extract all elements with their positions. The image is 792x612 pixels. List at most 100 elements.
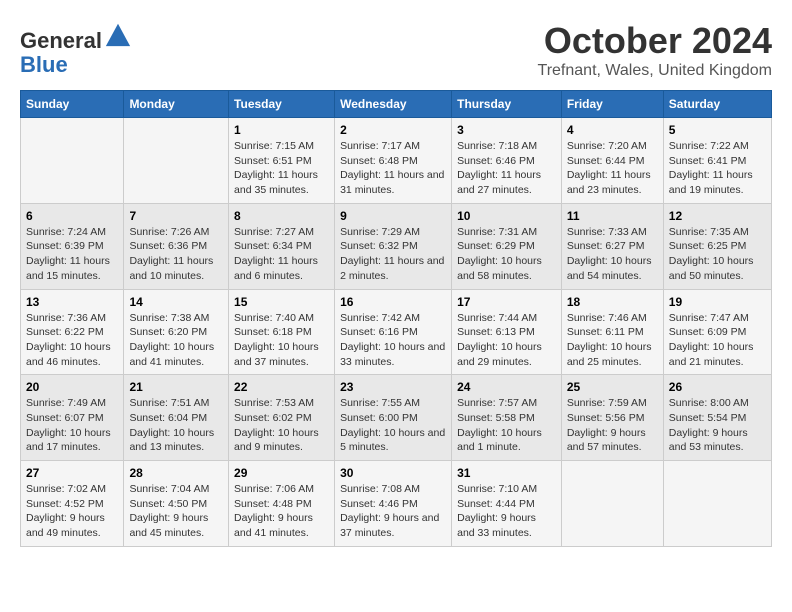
day-info: Sunrise: 7:38 AMSunset: 6:20 PMDaylight:… [129, 311, 223, 370]
calendar-day-cell: 20 Sunrise: 7:49 AMSunset: 6:07 PMDayligh… [21, 375, 124, 461]
calendar-day-cell: 21 Sunrise: 7:51 AMSunset: 6:04 PMDayligh… [124, 375, 229, 461]
calendar-day-cell: 16Sunrise: 7:42 AMSunset: 6:16 PMDayligh… [335, 289, 452, 375]
day-number: 9 [340, 209, 446, 223]
day-info: Sunrise: 7:17 AMSunset: 6:48 PMDaylight:… [340, 139, 446, 198]
calendar-day-cell: 1 Sunrise: 7:15 AMSunset: 6:51 PMDaylight… [229, 118, 335, 204]
day-info: Sunrise: 7:36 AMSunset: 6:22 PMDaylight:… [26, 311, 118, 370]
day-of-week-header: Wednesday [335, 91, 452, 118]
calendar-day-cell: 27Sunrise: 7:02 AMSunset: 4:52 PMDayligh… [21, 461, 124, 547]
day-info: Sunrise: 7:44 AMSunset: 6:13 PMDaylight:… [457, 311, 556, 370]
day-info: Sunrise: 7:31 AMSunset: 6:29 PMDaylight:… [457, 225, 556, 284]
day-info: Sunrise: 7:57 AMSunset: 5:58 PMDaylight:… [457, 396, 556, 455]
calendar-day-cell: 4 Sunrise: 7:20 AMSunset: 6:44 PMDaylight… [561, 118, 663, 204]
day-number: 30 [340, 466, 446, 480]
calendar-week-row: 13 Sunrise: 7:36 AMSunset: 6:22 PMDayligh… [21, 289, 772, 375]
month-title: October 2024 [538, 20, 772, 62]
day-number: 16 [340, 295, 446, 309]
day-info: Sunrise: 7:24 AMSunset: 6:39 PMDaylight:… [26, 225, 118, 284]
calendar-week-row: 27Sunrise: 7:02 AMSunset: 4:52 PMDayligh… [21, 461, 772, 547]
day-number: 11 [567, 209, 658, 223]
calendar-day-cell: 9Sunrise: 7:29 AMSunset: 6:32 PMDaylight… [335, 203, 452, 289]
day-number: 5 [669, 123, 766, 137]
calendar-day-cell: 15 Sunrise: 7:40 AMSunset: 6:18 PMDayligh… [229, 289, 335, 375]
calendar-day-cell: 2 Sunrise: 7:17 AMSunset: 6:48 PMDaylight… [335, 118, 452, 204]
day-number: 14 [129, 295, 223, 309]
day-info: Sunrise: 7:49 AMSunset: 6:07 PMDaylight:… [26, 396, 118, 455]
day-info: Sunrise: 7:53 AMSunset: 6:02 PMDaylight:… [234, 396, 329, 455]
day-info: Sunrise: 7:22 AMSunset: 6:41 PMDaylight:… [669, 139, 766, 198]
calendar-day-cell: 22 Sunrise: 7:53 AMSunset: 6:02 PMDayligh… [229, 375, 335, 461]
day-of-week-header: Saturday [663, 91, 771, 118]
calendar-day-cell: 30 Sunrise: 7:08 AMSunset: 4:46 PMDayligh… [335, 461, 452, 547]
day-number: 25 [567, 380, 658, 394]
day-number: 15 [234, 295, 329, 309]
day-of-week-header: Thursday [452, 91, 562, 118]
day-info: Sunrise: 7:26 AMSunset: 6:36 PMDaylight:… [129, 225, 223, 284]
day-of-week-header: Sunday [21, 91, 124, 118]
title-block: October 2024 Trefnant, Wales, United Kin… [538, 20, 772, 80]
location-subtitle: Trefnant, Wales, United Kingdom [538, 62, 772, 80]
calendar-day-cell: 24 Sunrise: 7:57 AMSunset: 5:58 PMDayligh… [452, 375, 562, 461]
day-number: 7 [129, 209, 223, 223]
day-info: Sunrise: 7:40 AMSunset: 6:18 PMDaylight:… [234, 311, 329, 370]
day-number: 23 [340, 380, 446, 394]
day-number: 29 [234, 466, 329, 480]
day-info: Sunrise: 7:15 AMSunset: 6:51 PMDaylight:… [234, 139, 329, 198]
page-header: General Blue October 2024 Trefnant, Wale… [20, 20, 772, 80]
day-of-week-header: Friday [561, 91, 663, 118]
day-of-week-header: Monday [124, 91, 229, 118]
calendar-day-cell: 31Sunrise: 7:10 AMSunset: 4:44 PMDayligh… [452, 461, 562, 547]
calendar-day-cell: 17 Sunrise: 7:44 AMSunset: 6:13 PMDayligh… [452, 289, 562, 375]
logo-icon [104, 20, 132, 48]
calendar-week-row: 20 Sunrise: 7:49 AMSunset: 6:07 PMDayligh… [21, 375, 772, 461]
calendar-day-cell: 19Sunrise: 7:47 AMSunset: 6:09 PMDayligh… [663, 289, 771, 375]
day-info: Sunrise: 7:59 AMSunset: 5:56 PMDaylight:… [567, 396, 658, 455]
logo: General Blue [20, 20, 132, 77]
day-number: 17 [457, 295, 556, 309]
calendar-day-cell: 8Sunrise: 7:27 AMSunset: 6:34 PMDaylight… [229, 203, 335, 289]
calendar-table: SundayMondayTuesdayWednesdayThursdayFrid… [20, 90, 772, 547]
day-number: 1 [234, 123, 329, 137]
day-number: 4 [567, 123, 658, 137]
day-number: 27 [26, 466, 118, 480]
calendar-day-cell: 12Sunrise: 7:35 AMSunset: 6:25 PMDayligh… [663, 203, 771, 289]
day-info: Sunrise: 7:08 AMSunset: 4:46 PMDaylight:… [340, 482, 446, 541]
calendar-day-cell: 3Sunrise: 7:18 AMSunset: 6:46 PMDaylight… [452, 118, 562, 204]
day-info: Sunrise: 7:27 AMSunset: 6:34 PMDaylight:… [234, 225, 329, 284]
day-info: Sunrise: 7:51 AMSunset: 6:04 PMDaylight:… [129, 396, 223, 455]
calendar-day-cell: 10 Sunrise: 7:31 AMSunset: 6:29 PMDayligh… [452, 203, 562, 289]
calendar-day-cell: 5 Sunrise: 7:22 AMSunset: 6:41 PMDaylight… [663, 118, 771, 204]
day-info: Sunrise: 7:55 AMSunset: 6:00 PMDaylight:… [340, 396, 446, 455]
day-number: 20 [26, 380, 118, 394]
calendar-week-row: 6 Sunrise: 7:24 AMSunset: 6:39 PMDaylight… [21, 203, 772, 289]
calendar-day-cell: 29Sunrise: 7:06 AMSunset: 4:48 PMDayligh… [229, 461, 335, 547]
calendar-day-cell: 23 Sunrise: 7:55 AMSunset: 6:00 PMDayligh… [335, 375, 452, 461]
day-number: 18 [567, 295, 658, 309]
calendar-day-cell: 14 Sunrise: 7:38 AMSunset: 6:20 PMDayligh… [124, 289, 229, 375]
calendar-day-cell [124, 118, 229, 204]
day-number: 21 [129, 380, 223, 394]
logo-general-text: General [20, 28, 102, 53]
day-info: Sunrise: 7:46 AMSunset: 6:11 PMDaylight:… [567, 311, 658, 370]
day-number: 13 [26, 295, 118, 309]
day-number: 22 [234, 380, 329, 394]
day-number: 26 [669, 380, 766, 394]
day-number: 2 [340, 123, 446, 137]
calendar-day-cell: 26 Sunrise: 8:00 AMSunset: 5:54 PMDayligh… [663, 375, 771, 461]
calendar-day-cell [21, 118, 124, 204]
day-number: 24 [457, 380, 556, 394]
calendar-day-cell [663, 461, 771, 547]
day-info: Sunrise: 7:20 AMSunset: 6:44 PMDaylight:… [567, 139, 658, 198]
calendar-day-cell: 28Sunrise: 7:04 AMSunset: 4:50 PMDayligh… [124, 461, 229, 547]
calendar-day-cell [561, 461, 663, 547]
day-number: 6 [26, 209, 118, 223]
logo-blue-text: Blue [20, 52, 68, 77]
day-info: Sunrise: 7:47 AMSunset: 6:09 PMDaylight:… [669, 311, 766, 370]
day-info: Sunrise: 8:00 AMSunset: 5:54 PMDaylight:… [669, 396, 766, 455]
calendar-day-cell: 6 Sunrise: 7:24 AMSunset: 6:39 PMDaylight… [21, 203, 124, 289]
day-number: 10 [457, 209, 556, 223]
day-info: Sunrise: 7:33 AMSunset: 6:27 PMDaylight:… [567, 225, 658, 284]
day-number: 12 [669, 209, 766, 223]
calendar-week-row: 1 Sunrise: 7:15 AMSunset: 6:51 PMDaylight… [21, 118, 772, 204]
day-info: Sunrise: 7:10 AMSunset: 4:44 PMDaylight:… [457, 482, 556, 541]
